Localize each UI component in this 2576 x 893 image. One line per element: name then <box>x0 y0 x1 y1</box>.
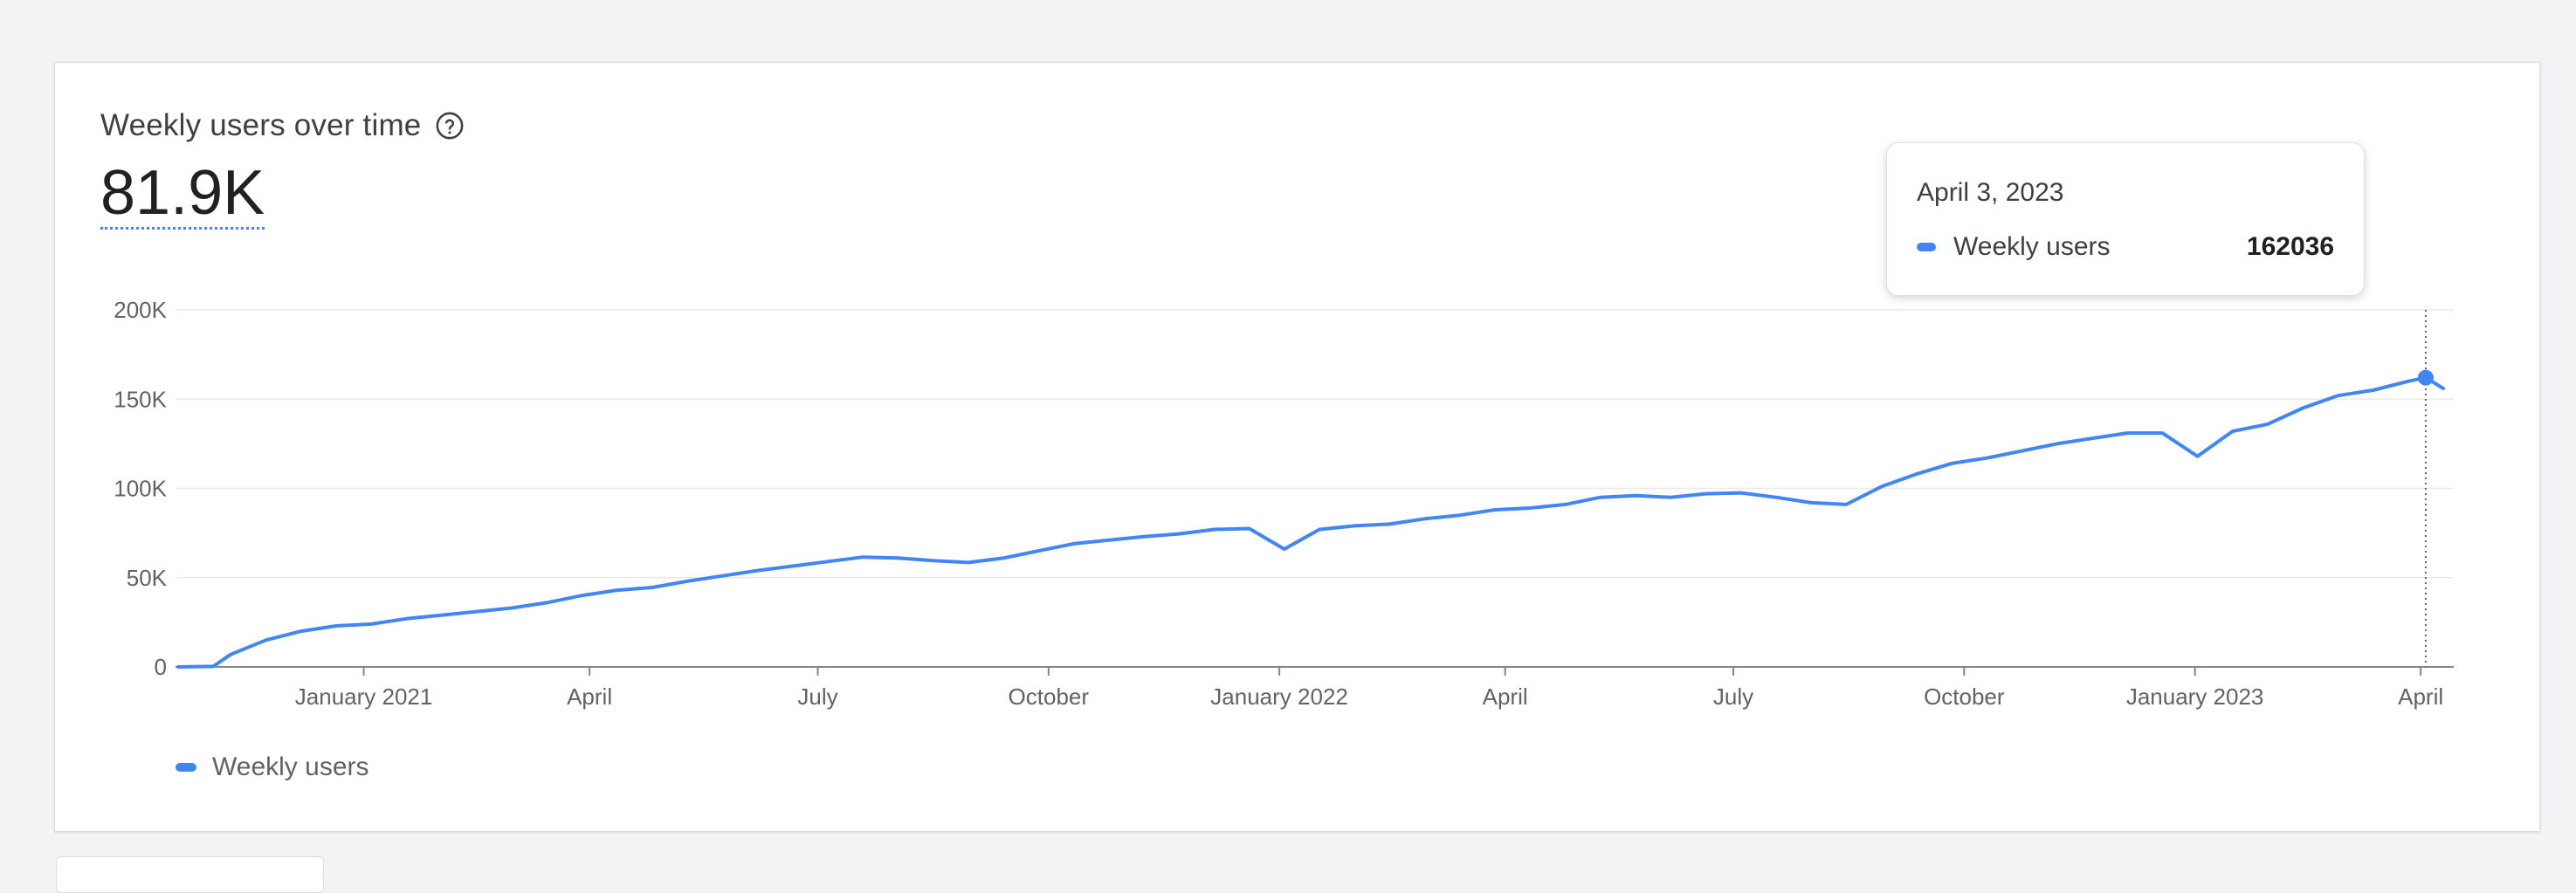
legend-label: Weekly users <box>212 752 369 781</box>
gridlines <box>176 309 2454 668</box>
x-tick-label: October <box>1009 683 1090 710</box>
legend-swatch <box>176 763 196 772</box>
x-tick-label: January 2023 <box>2126 683 2264 710</box>
y-tick-label: 150K <box>114 386 167 412</box>
tooltip-date: April 3, 2023 <box>1917 178 2064 207</box>
y-tick-label: 0 <box>155 654 167 680</box>
tooltip-series-swatch <box>1917 243 1936 251</box>
x-tick-label: October <box>1924 683 2005 710</box>
x-tick-label: April <box>2398 683 2443 710</box>
y-tick-label: 50K <box>127 565 168 591</box>
chart-legend[interactable]: Weekly users <box>176 752 369 782</box>
x-tick-label: July <box>1713 683 1753 710</box>
y-tick-label: 200K <box>114 297 167 323</box>
chart-tooltip: April 3, 2023 Weekly users 162036 <box>1886 142 2365 296</box>
x-tick-label: January 2022 <box>1210 683 1348 710</box>
tooltip-series-name: Weekly users <box>1953 232 2111 261</box>
hover-point-marker <box>2417 369 2434 386</box>
y-axis-ticks: 0 50K 100K 150K 200K <box>114 297 167 680</box>
tooltip-row: Weekly users 162036 <box>1917 232 2334 262</box>
series-line-weekly-users[interactable] <box>176 375 2445 669</box>
x-axis-ticks: January 2021 April July October January 2022… <box>295 667 2443 710</box>
y-tick-label: 100K <box>114 476 167 502</box>
next-card-stub <box>56 856 324 893</box>
x-tick-label: January 2021 <box>295 683 433 710</box>
tooltip-value: 162036 <box>2246 232 2334 261</box>
x-tick-label: April <box>567 683 612 710</box>
x-tick-label: July <box>797 683 837 710</box>
x-tick-label: April <box>1483 683 1528 710</box>
